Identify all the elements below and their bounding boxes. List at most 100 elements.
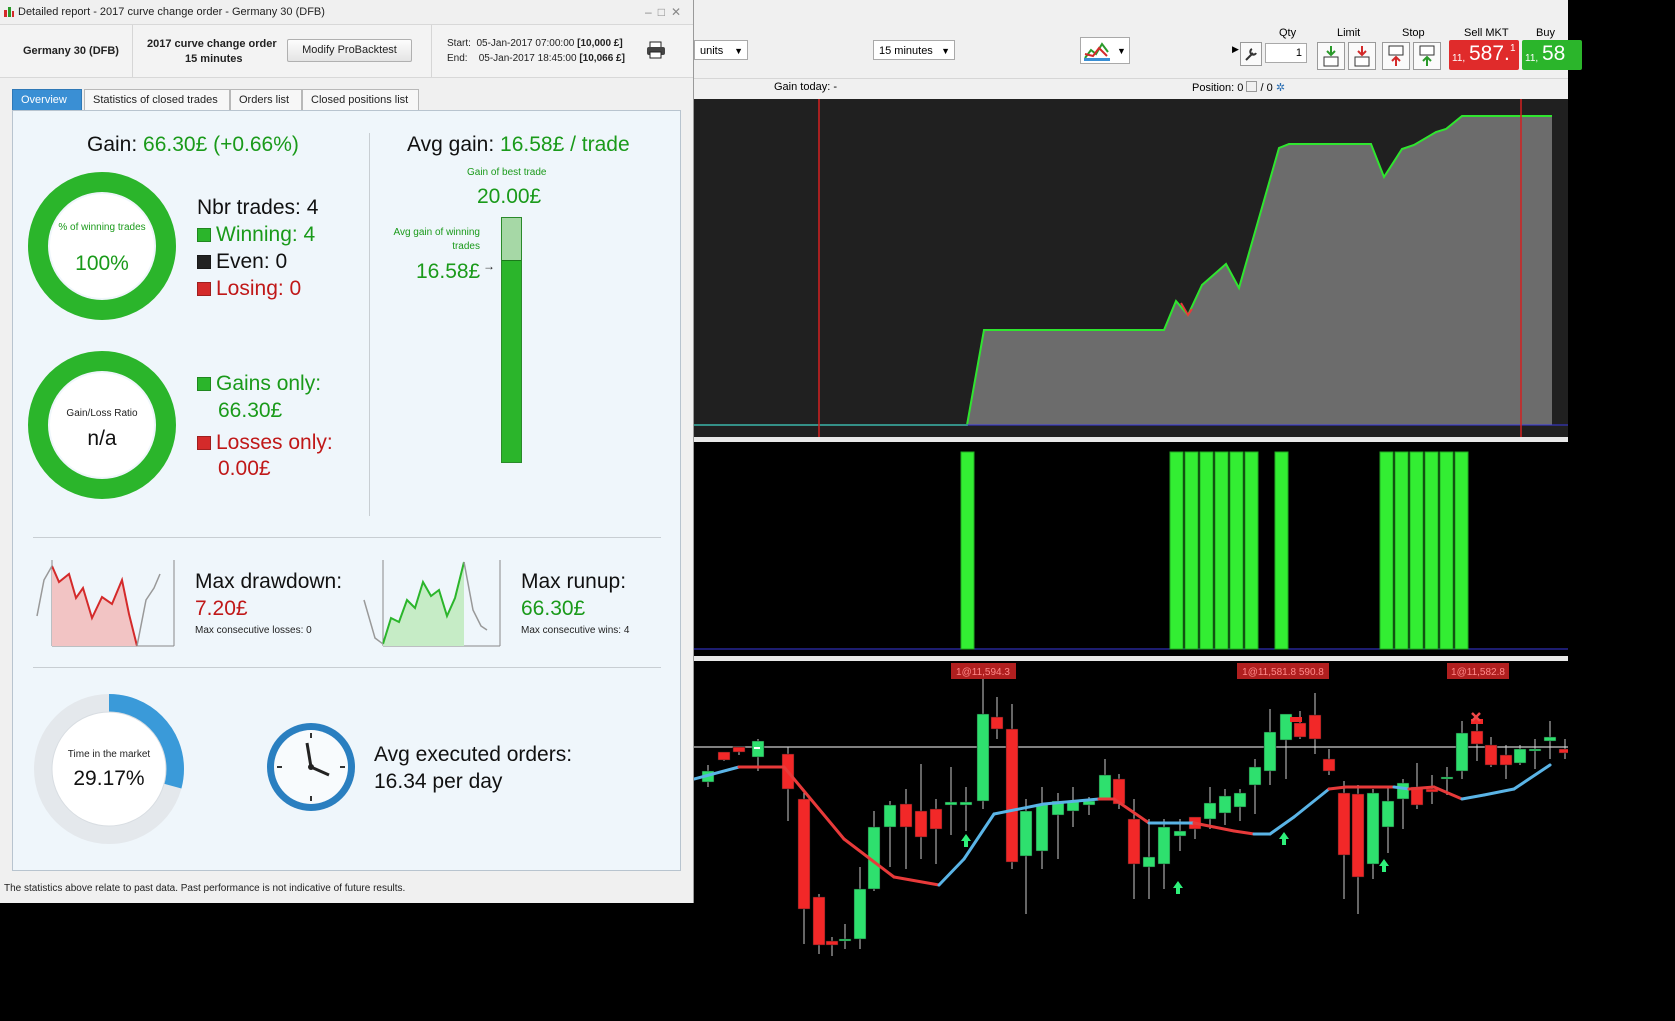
tab-overview[interactable]: Overview — [12, 89, 82, 110]
position-bar — [1184, 451, 1199, 650]
wrench-button[interactable] — [1240, 42, 1262, 66]
buy-market-button[interactable]: 11, 58 — [1522, 40, 1582, 70]
interval-select[interactable]: 15 minutes ▼ — [873, 40, 955, 60]
candle-body — [1173, 830, 1187, 837]
horizontal-divider — [33, 667, 661, 668]
start-capital: [10,000 £] — [577, 38, 623, 49]
winning-pct-value: 100% — [75, 252, 129, 275]
window-titlebar[interactable]: Detailed report - 2017 curve change orde… — [0, 0, 693, 24]
sell-market-button[interactable]: 11, 587. 1 — [1449, 40, 1519, 70]
printer-icon[interactable] — [646, 41, 666, 59]
position-bar — [1379, 451, 1394, 650]
avg-gain-value: 16.58£ / trade — [500, 133, 630, 156]
instrument-name: Germany 30 (DFB) — [23, 45, 119, 57]
candle-body — [1484, 744, 1498, 766]
maximize-icon[interactable]: □ — [658, 5, 671, 19]
candle-body — [1019, 810, 1033, 857]
gl-ratio-value: n/a — [87, 427, 117, 450]
buy-price-prefix: 11, — [1525, 53, 1539, 64]
candle-body — [1322, 758, 1336, 772]
limit-sell-button[interactable] — [1348, 42, 1376, 70]
candle-body — [1470, 730, 1484, 745]
pointer-arrow-icon: → — [483, 259, 495, 273]
period-cell: Start: 05-Jan-2017 07:00:00 [10,000 £] E… — [432, 25, 693, 77]
candle-body — [853, 888, 867, 940]
position-edit-icon[interactable] — [1246, 81, 1258, 92]
avg-gain-bar — [501, 217, 522, 463]
qty-input[interactable]: 1 — [1265, 43, 1307, 63]
tab-orders-list[interactable]: Orders list — [230, 89, 302, 110]
position-bar — [1454, 451, 1469, 650]
candle-body — [959, 801, 973, 806]
units-select[interactable]: units ▼ — [694, 40, 748, 60]
position-bar — [1439, 451, 1454, 650]
position-bar — [1394, 451, 1409, 650]
panel-divider[interactable] — [694, 437, 1568, 442]
winning-trades-donut — [28, 172, 176, 320]
position-bars-panel — [694, 442, 1568, 656]
system-timeframe: 15 minutes — [185, 53, 243, 65]
candle-body — [797, 798, 811, 910]
nbr-trades: Nbr trades: 4 — [197, 196, 319, 219]
qty-header: Qty — [1279, 27, 1297, 39]
gains-only-label: Gains only: — [216, 372, 322, 395]
end-date: 05-Jan-2017 18:45:00 — [478, 53, 577, 64]
candle-body — [1381, 800, 1395, 828]
candle-body — [929, 808, 943, 830]
chevron-down-icon: ▼ — [941, 46, 950, 56]
end-capital: [10,066 £] — [579, 53, 625, 64]
moving-average-segment — [1407, 785, 1436, 791]
gain-value: 66.30£ (+0.66%) — [143, 133, 299, 156]
position-bar — [1424, 451, 1439, 650]
overview-panel: Gain: 66.30£ (+0.66%) % of winning trade… — [12, 110, 681, 871]
stop-buy-button[interactable] — [1382, 42, 1410, 70]
gains-only-value: 66.30£ — [218, 399, 283, 422]
gain-loss-donut — [28, 351, 176, 499]
tab-closed-positions-list[interactable]: Closed positions list — [302, 89, 419, 110]
max-consecutive-losses: Max consecutive losses: 0 — [195, 625, 312, 636]
modify-probacktest-button[interactable]: Modify ProBacktest — [287, 39, 412, 62]
max-drawdown-sparkline — [36, 560, 175, 647]
moving-average-segment — [1392, 785, 1411, 791]
candle-body — [899, 803, 913, 828]
limit-buy-button[interactable] — [1317, 42, 1345, 70]
position-bar — [1244, 451, 1259, 650]
candle-body — [1558, 748, 1568, 754]
horizontal-divider — [33, 537, 661, 538]
avg-gain-bar-fill — [502, 259, 521, 462]
charts-area[interactable]: 1@11,594.3 1@11,581.8 590.8 1@11,582.8 — [694, 99, 1568, 956]
trade-label-2: 1@11,581.8 590.8 — [1242, 667, 1324, 678]
position-label: Position: — [1192, 82, 1235, 94]
winning-count-text: Winning: 4 — [216, 223, 316, 246]
tab-statistics-closed-trades[interactable]: Statistics of closed trades — [84, 89, 230, 110]
gl-ratio-label: Gain/Loss Ratio — [66, 408, 138, 419]
close-icon[interactable]: ✕ — [671, 5, 687, 19]
winning-pct-label: % of winning trades — [58, 222, 146, 233]
losing-legend-swatch — [197, 282, 211, 296]
stop-order-icon — [1388, 45, 1404, 66]
position-bar — [1214, 451, 1229, 650]
avg-orders-label: Avg executed orders: — [374, 743, 573, 766]
candle-body — [1157, 826, 1171, 865]
indicator-button[interactable]: ▼ — [1080, 37, 1130, 64]
stop-sell-button[interactable] — [1413, 42, 1441, 70]
losses-legend-swatch — [197, 436, 211, 450]
start-row: Start: 05-Jan-2017 07:00:00 [10,000 £] — [447, 38, 623, 49]
limit-order-icon — [1323, 46, 1339, 67]
sell-mkt-header: Sell MKT — [1464, 27, 1509, 39]
avg-win-value: 16.58£ — [416, 260, 481, 283]
gear-icon[interactable]: ✲ — [1276, 82, 1285, 94]
stop-header: Stop — [1402, 27, 1425, 39]
candle-body — [1337, 792, 1351, 856]
candle-body — [1455, 732, 1469, 772]
candle-body — [944, 801, 958, 806]
minimize-icon[interactable]: – — [645, 5, 658, 19]
max-runup-value: 66.30£ — [521, 597, 586, 620]
sell-price-tail: 1 — [1510, 43, 1516, 54]
expand-arrow-icon[interactable]: ▶ — [1232, 44, 1239, 55]
candle-body — [1499, 754, 1513, 766]
even-legend-swatch — [197, 255, 211, 269]
end-label: End: — [447, 53, 468, 64]
winning-count: Winning: 4 — [197, 223, 315, 247]
panel-divider[interactable] — [694, 656, 1568, 661]
